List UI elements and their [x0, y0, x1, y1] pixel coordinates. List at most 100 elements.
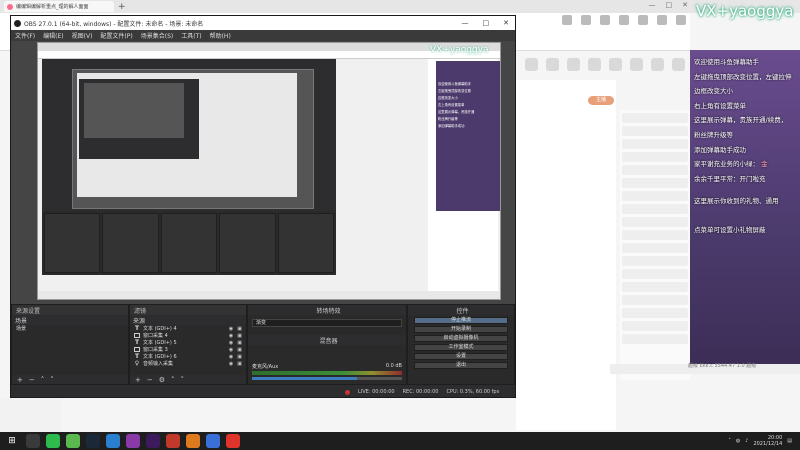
add-scene-button[interactable]: +	[17, 376, 23, 384]
source-up-button[interactable]: ˄	[171, 376, 175, 384]
extension-icon[interactable]	[562, 15, 572, 25]
obs-titlebar[interactable]: OBS 27.0.1 (64-bit, windows) - 配置文件: 未命名…	[11, 16, 515, 30]
volume-slider[interactable]	[252, 377, 402, 380]
source-item[interactable]: ♀ 音频输入采集 ◉ ▣	[130, 360, 246, 367]
transition-select[interactable]: 渐变	[252, 319, 402, 327]
text-source-icon: T	[134, 339, 140, 346]
menu-view[interactable]: 视图(V)	[72, 31, 93, 40]
scene-down-button[interactable]: ˅	[50, 376, 54, 384]
source-item[interactable]: T 文本 (GDI+) 6 ◉ ▣	[130, 353, 246, 360]
history-icon[interactable]	[619, 15, 629, 25]
notification-icon[interactable]: ▤	[787, 438, 792, 444]
lock-icon[interactable]: ▣	[237, 340, 242, 346]
green-app-icon[interactable]	[66, 434, 80, 448]
menu-edit[interactable]: 编辑(E)	[43, 31, 63, 40]
lock-icon[interactable]: ▣	[237, 326, 242, 332]
netease-icon[interactable]	[226, 434, 240, 448]
wechat-icon[interactable]	[46, 434, 60, 448]
blue-app-icon[interactable]	[206, 434, 220, 448]
tray-chevron-icon[interactable]: ˄	[728, 438, 731, 444]
lock-icon[interactable]: ▣	[237, 347, 242, 353]
menu-icon[interactable]	[676, 15, 686, 25]
nested-help-text: 欢迎使用斗鱼弹幕助手 左键拖曳顶部改变位置 边框改变大小 右上角有设置菜单 这里…	[438, 81, 498, 130]
menu-file[interactable]: 文件(F)	[15, 31, 35, 40]
remove-scene-button[interactable]: −	[29, 376, 35, 384]
nav-icon-7[interactable]	[651, 58, 664, 71]
close-button[interactable]: ✕	[682, 1, 688, 9]
tab-filters[interactable]: 滤镜	[134, 306, 146, 315]
stop-streaming-button[interactable]: 停止推流	[414, 317, 508, 324]
chat-row	[622, 334, 688, 344]
steam-icon[interactable]	[86, 434, 100, 448]
menu-scene-collection[interactable]: 场景集合(S)	[141, 31, 174, 40]
nav-icon-3[interactable]	[567, 58, 580, 71]
nav-icon-6[interactable]	[630, 58, 643, 71]
maximize-button[interactable]: □	[666, 1, 673, 9]
chat-row	[622, 243, 688, 253]
nav-icon-2[interactable]	[546, 58, 559, 71]
source-down-button[interactable]: ˅	[181, 376, 185, 384]
nav-icon-4[interactable]	[588, 58, 601, 71]
start-recording-button[interactable]: 开始录制	[414, 326, 508, 333]
source-item-toggles: ◉ ▣	[229, 333, 246, 339]
purple-app-icon[interactable]	[126, 434, 140, 448]
menu-profile[interactable]: 配置文件(P)	[100, 31, 132, 40]
vscode-icon[interactable]	[106, 434, 120, 448]
download-icon[interactable]	[638, 15, 648, 25]
studio-mode-button[interactable]: 工作室模式	[414, 344, 508, 351]
obs-preview-canvas[interactable]: VX+yaoggya 欢迎使用斗鱼弹幕助手 左键拖曳顶部改变位置 边框改变大小 …	[11, 41, 515, 324]
nested-dock	[219, 213, 276, 273]
settings-button[interactable]: 设置	[414, 353, 508, 360]
new-tab-button[interactable]: +	[118, 2, 126, 12]
chat-row	[622, 204, 688, 214]
obs-minimize-button[interactable]: —	[462, 19, 469, 27]
add-source-button[interactable]: +	[135, 376, 141, 384]
obs-maximize-button[interactable]: □	[483, 19, 490, 27]
nav-icon-5[interactable]	[609, 58, 622, 71]
red-app-icon[interactable]	[166, 434, 180, 448]
source-item[interactable]: 窗口采集 4 ◉ ▣	[130, 332, 246, 339]
obs-close-button[interactable]: ✕	[503, 19, 509, 27]
minimize-button[interactable]: —	[649, 1, 656, 9]
eye-icon[interactable]: ◉	[229, 361, 233, 367]
source-item[interactable]: T 文本 (GDI+) 4 ◉ ▣	[130, 325, 246, 332]
collections-icon[interactable]	[600, 15, 610, 25]
remove-source-button[interactable]: −	[147, 376, 153, 384]
profile-icon[interactable]	[657, 15, 667, 25]
menu-help[interactable]: 帮助(H)	[210, 31, 231, 40]
eye-icon[interactable]: ◉	[229, 333, 233, 339]
favorites-icon[interactable]	[581, 15, 591, 25]
browser-tab[interactable]: 编编辑编解析重点_理的解人面面	[4, 1, 114, 12]
eye-icon[interactable]: ◉	[229, 347, 233, 353]
obs-icon[interactable]	[26, 434, 40, 448]
eye-icon[interactable]: ◉	[229, 326, 233, 332]
eye-icon[interactable]: ◉	[229, 354, 233, 360]
source-item-toggles: ◉ ▣	[229, 347, 246, 353]
exit-button[interactable]: 退出	[414, 362, 508, 369]
premiere-icon[interactable]	[146, 434, 160, 448]
lock-icon[interactable]: ▣	[237, 354, 242, 360]
source-item[interactable]: 窗口采集 3 ◉ ▣	[130, 346, 246, 353]
volume-icon[interactable]: ♪	[745, 438, 748, 444]
eye-icon[interactable]: ◉	[229, 340, 233, 346]
orange-app-icon[interactable]	[186, 434, 200, 448]
menu-tools[interactable]: 工具(T)	[181, 31, 201, 40]
windows-start-icon[interactable]: ⊞	[4, 433, 20, 449]
scene-up-button[interactable]: ˄	[41, 376, 45, 384]
text-source-icon: T	[134, 353, 140, 360]
network-icon[interactable]: ◍	[736, 438, 740, 444]
source-item[interactable]: T 文本 (GDI+) 5 ◉ ▣	[130, 339, 246, 346]
taskbar-apps	[20, 434, 240, 448]
virtual-camera-button[interactable]: 启动虚拟摄像机	[414, 335, 508, 342]
clock[interactable]: 20:00 2021/12/14	[753, 435, 782, 447]
lock-icon[interactable]: ▣	[237, 361, 242, 367]
source-settings-button[interactable]: ⚙	[159, 376, 165, 384]
nested-help-line: 右上角有设置菜单	[438, 103, 465, 107]
nav-icon-8[interactable]	[672, 58, 685, 71]
scene-item[interactable]: 场景	[12, 325, 128, 332]
nav-icon-1[interactable]	[525, 58, 538, 71]
tab-source-settings[interactable]: 来源设置	[16, 306, 40, 315]
anchor-pill[interactable]: 主播	[588, 96, 614, 105]
lock-icon[interactable]: ▣	[237, 333, 242, 339]
scenes-toolbar: + − ˄ ˅	[12, 375, 128, 384]
